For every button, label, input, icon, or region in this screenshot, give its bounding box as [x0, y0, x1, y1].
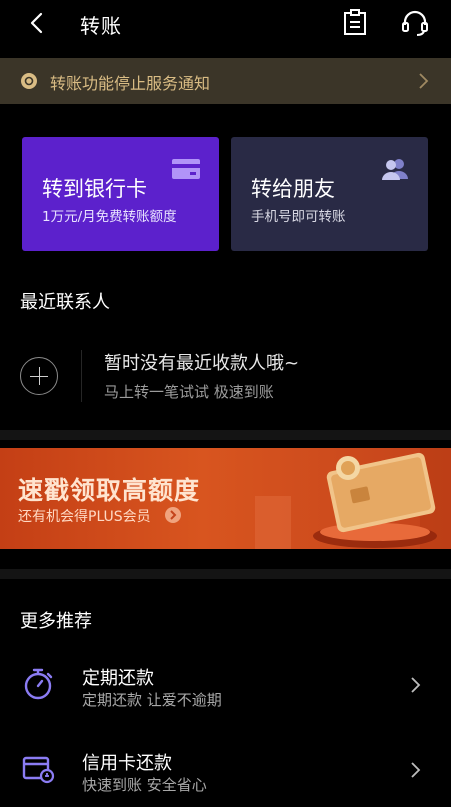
card-title: 转给朋友: [251, 177, 335, 201]
card-subtitle: 手机号即可转账: [251, 209, 346, 225]
notice-bell-icon: [21, 73, 37, 89]
friends-icon: [382, 159, 408, 180]
bank-card-icon: [172, 159, 200, 179]
add-contact-icon[interactable]: [20, 357, 58, 395]
service-notice-bar[interactable]: 转账功能停止服务通知: [0, 58, 451, 104]
page-title: 转账: [80, 14, 122, 38]
recommendation-title: 定期还款: [82, 668, 154, 689]
divider: [81, 350, 82, 402]
chevron-right-icon: [411, 677, 421, 693]
back-arrow-icon[interactable]: [24, 8, 52, 38]
empty-contacts-subtitle: 马上转一笔试试 极速到账: [104, 383, 274, 401]
recommendation-item-scheduled-repayment[interactable]: 定期还款 定期还款 让爱不逾期: [0, 650, 451, 720]
credit-card-icon: [22, 756, 55, 784]
note-icon[interactable]: [341, 8, 369, 38]
credit-card-illustration: [255, 448, 451, 549]
card-title: 转到银行卡: [42, 177, 147, 201]
recommendation-subtitle: 快速到账 安全省心: [82, 776, 207, 794]
banner-title: 速戳领取高额度: [18, 476, 201, 505]
section-divider: [0, 569, 451, 579]
stopwatch-icon: [24, 668, 53, 700]
headset-icon[interactable]: [401, 8, 429, 38]
banner-subtitle: 还有机会得PLUS会员: [18, 509, 151, 525]
notice-text: 转账功能停止服务通知: [50, 74, 211, 93]
section-divider: [0, 430, 451, 440]
card-subtitle: 1万元/月免费转账额度: [42, 209, 177, 225]
chevron-right-icon: [411, 762, 421, 778]
chevron-right-icon: [165, 507, 181, 523]
empty-contacts-title: 暂时没有最近收款人哦~: [104, 353, 300, 374]
transfer-to-friend-card[interactable]: 转给朋友 手机号即可转账: [231, 137, 428, 251]
recent-contacts-title: 最近联系人: [20, 292, 110, 313]
top-bar: 转账: [0, 0, 451, 46]
more-recommendations-title: 更多推荐: [20, 611, 92, 632]
transfer-to-bank-card[interactable]: 转到银行卡 1万元/月免费转账额度: [22, 137, 219, 251]
chevron-right-icon: [419, 73, 429, 89]
recommendation-item-credit-card-repayment[interactable]: 信用卡还款 快速到账 安全省心: [0, 735, 451, 805]
promo-banner[interactable]: 速戳领取高额度 还有机会得PLUS会员: [0, 448, 451, 549]
recommendation-title: 信用卡还款: [82, 753, 172, 774]
recommendation-subtitle: 定期还款 让爱不逾期: [82, 691, 222, 709]
